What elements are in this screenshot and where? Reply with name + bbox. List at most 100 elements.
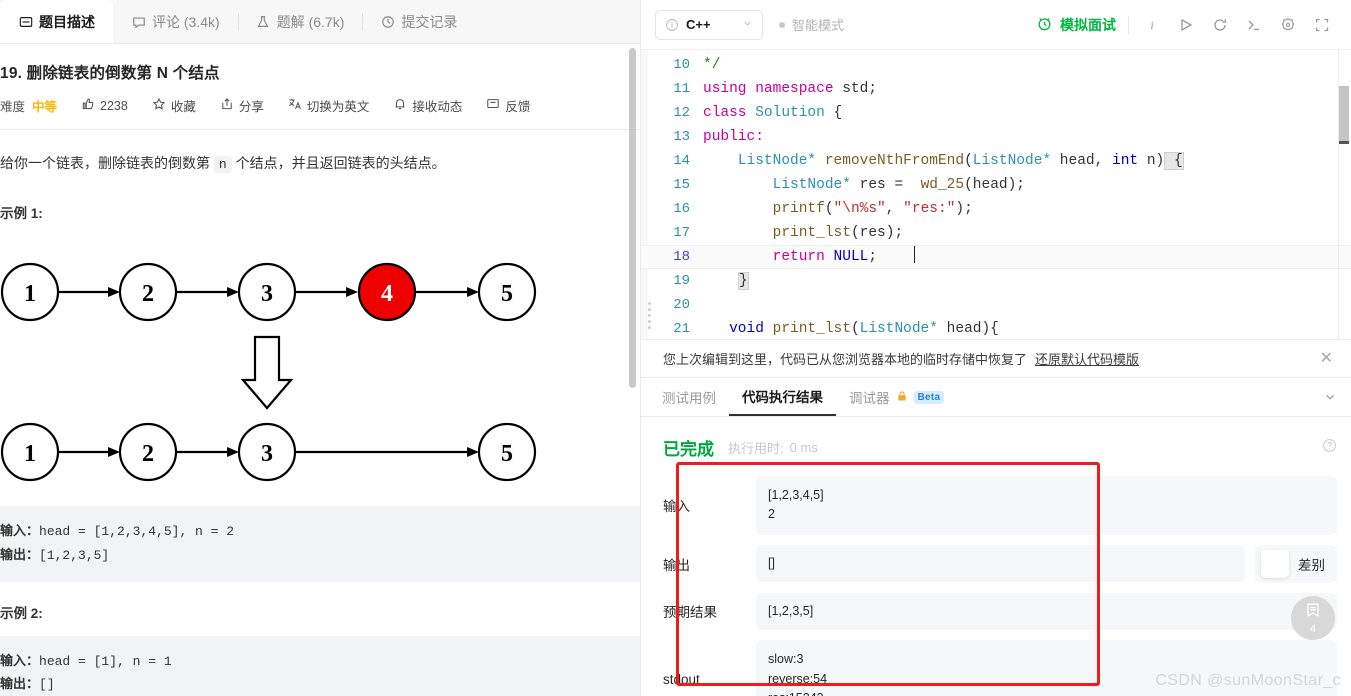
code-keyword: void: [729, 321, 764, 337]
tab-comments[interactable]: 评论 (3.4k): [113, 0, 238, 43]
result-status-row: 已完成 执行用时: 0 ms: [663, 435, 1337, 460]
tab-testcases[interactable]: 测试用例: [649, 378, 729, 416]
code-editor[interactable]: 10 */ 11 using namespace std; 12 class S…: [641, 50, 1351, 339]
code-line: 20: [641, 293, 1351, 317]
code-function: print_lst: [763, 321, 851, 337]
share-button[interactable]: 分享: [220, 96, 264, 115]
info-icon[interactable]: i: [1135, 8, 1169, 42]
smart-mode-toggle[interactable]: 智能模式: [779, 15, 844, 34]
help-icon[interactable]: [1322, 438, 1337, 458]
code-text: (head);: [964, 177, 1026, 193]
code-keyword: using namespace: [703, 81, 834, 97]
tab-comments-label: 评论 (3.4k): [152, 13, 220, 30]
code-line-current: 18 return NULL;: [641, 245, 1351, 269]
toolbar-actions: 模拟面试 i: [1036, 8, 1339, 42]
code-keyword: int: [1112, 153, 1139, 169]
tab-description-label: 题目描述: [39, 13, 95, 30]
code-text: (: [824, 201, 834, 217]
code-line: 17 print_lst(res);: [641, 221, 1351, 245]
code-bracket-match: {: [1164, 152, 1184, 170]
feedback-button[interactable]: 反馈: [486, 96, 530, 115]
tab-debugger[interactable]: 调试器 Beta: [836, 378, 957, 416]
code-line: 10 */: [641, 53, 1351, 77]
alarm-clock-icon: [1036, 15, 1053, 35]
handle-dot: [647, 307, 651, 311]
tab-run-result[interactable]: 代码执行结果: [729, 378, 836, 416]
smart-mode-label: 智能模式: [792, 18, 845, 33]
code-type: ListNode*: [737, 153, 817, 169]
editor-scrollbar-thumb[interactable]: [1339, 86, 1349, 144]
difficulty-label: 难度: [0, 100, 26, 114]
tab-submissions[interactable]: 提交记录: [362, 0, 475, 43]
code-text: public:: [703, 129, 764, 145]
lock-icon: [896, 390, 908, 405]
notebook-icon: [1305, 602, 1321, 624]
linked-list-diagram: 1 2 3 4 5 1 2 3 5: [0, 262, 537, 482]
diff-label: 差别: [1298, 557, 1325, 573]
diff-toggle-button[interactable]: 差别: [1255, 544, 1337, 583]
description-inline-code: n: [213, 156, 232, 173]
feedback-label: 反馈: [505, 100, 531, 114]
problem-description: 给你一个链表，删除链表的倒数第 n 个结点，并且返回链表的头结点。: [0, 130, 640, 176]
bell-icon: [393, 97, 407, 114]
editor-scrollbar[interactable]: [1339, 50, 1349, 339]
input-value[interactable]: [1,2,3,4,5] 2: [756, 476, 1337, 535]
problem-scrollbar[interactable]: [629, 48, 636, 692]
example-1-input-label: 输入：: [0, 523, 40, 539]
notice-text: 您上次编辑到这里，代码已从您浏览器本地的临时存储中恢复了: [663, 352, 1028, 367]
mock-interview-button[interactable]: 模拟面试: [1036, 15, 1128, 35]
tab-testcases-label: 测试用例: [662, 391, 716, 406]
field-row-input: 输入 [1,2,3,4,5] 2: [663, 476, 1337, 535]
description-text-post: 个结点，并且返回链表的头结点。: [235, 155, 446, 171]
text-cursor: [914, 246, 916, 263]
code-line: 15 ListNode* res = wd_25(head);: [641, 173, 1351, 197]
field-row-stdout: stdout slow:3 reverse:54 res:15243: [663, 640, 1337, 696]
translate-button[interactable]: 切换为英文: [288, 96, 369, 115]
code-text: head,: [1051, 153, 1113, 169]
restore-default-template-link[interactable]: 还原默认代码模版: [1035, 349, 1139, 368]
code-type: ListNode*: [772, 177, 851, 193]
fullscreen-icon[interactable]: [1305, 8, 1339, 42]
collapse-results-icon[interactable]: [1309, 378, 1351, 416]
page-title: 19. 删除链表的倒数第 N 个结点: [0, 65, 220, 82]
close-icon[interactable]: ✕: [1316, 350, 1337, 367]
output-label: 输出: [663, 557, 690, 573]
code-text: */: [703, 57, 721, 73]
chevron-down-icon: [742, 17, 753, 32]
run-icon[interactable]: [1169, 8, 1203, 42]
panel-resize-handle[interactable]: [643, 290, 655, 340]
code-type: ListNode*: [859, 321, 938, 337]
settings-icon[interactable]: [1271, 8, 1305, 42]
line-number: 18: [673, 249, 690, 265]
code-text: n): [1138, 153, 1165, 169]
console-icon[interactable]: [1237, 8, 1271, 42]
svg-text:3: 3: [261, 441, 273, 467]
subscribe-button[interactable]: 接收动态: [393, 96, 462, 115]
stdout-value: slow:3 reverse:54 res:15243: [756, 640, 1337, 696]
favorite-button[interactable]: 收藏: [152, 96, 196, 115]
result-tabbar: 测试用例 代码执行结果 调试器 Beta: [641, 378, 1351, 417]
language-selector[interactable]: C++: [655, 9, 763, 40]
example-1-output-value: [1,2,3,5]: [39, 547, 110, 563]
output-value: []: [756, 545, 1245, 583]
problem-scroll-area: 19. 删除链表的倒数第 N 个结点 难度 中等 2238 收藏 分享 切换为英…: [0, 44, 640, 696]
code-type: Solution: [746, 105, 825, 121]
code-line: 16 printf("\n%s", "res:");: [641, 197, 1351, 221]
problem-scrollbar-thumb[interactable]: [629, 48, 636, 388]
translate-icon: [288, 97, 302, 114]
reset-icon[interactable]: [1203, 8, 1237, 42]
field-row-output: 输出 [] 差别: [663, 544, 1337, 583]
line-number: 17: [673, 225, 690, 241]
code-line: 11 using namespace std;: [641, 77, 1351, 101]
share-label: 分享: [238, 100, 264, 114]
diff-switch[interactable]: [1261, 549, 1289, 578]
tab-description[interactable]: 题目描述: [0, 0, 113, 43]
runtime-value: 0 ms: [789, 440, 818, 455]
example-1-input-value: head = [1,2,3,4,5], n = 2: [39, 524, 235, 540]
editor-toolbar: C++ 智能模式 模拟面试 i: [641, 0, 1351, 50]
like-button[interactable]: 2238: [81, 97, 128, 114]
tab-solutions[interactable]: 题解 (6.7k): [237, 0, 363, 43]
notebook-float-button[interactable]: 4: [1291, 596, 1335, 640]
code-text: res =: [850, 177, 921, 193]
code-string: "\n%s": [833, 201, 886, 217]
